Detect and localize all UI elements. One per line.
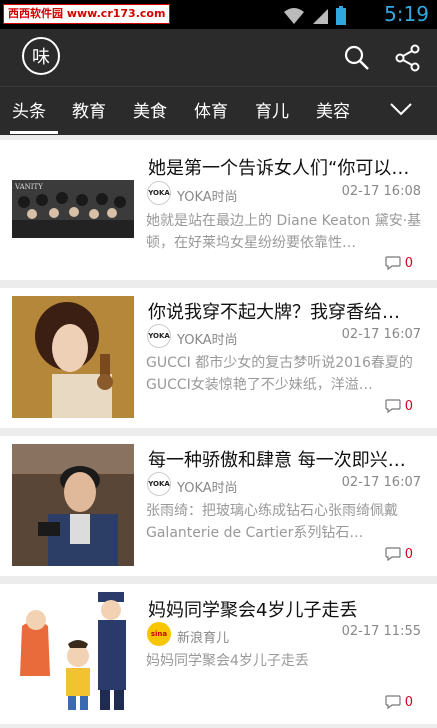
comment-count: 0: [404, 256, 413, 271]
article-title[interactable]: 每一种骄傲和肆意 每一次即兴…: [148, 446, 429, 472]
svg-text:VANITY: VANITY: [14, 183, 43, 191]
list-item[interactable]: 你说我穿不起大牌？我穿香给… YOKA YOKA时尚 02-17 16:07 G…: [0, 288, 437, 428]
list-item[interactable]: 每一种骄傲和肆意 每一次即兴… YOKA YOKA时尚 02-17 16:07 …: [0, 436, 437, 576]
tab-education[interactable]: 教育: [72, 97, 106, 122]
source-logo: YOKA: [147, 324, 171, 348]
comment-count: 0: [404, 695, 413, 710]
article-thumbnail: [12, 296, 134, 418]
tab-headlines[interactable]: 头条: [12, 97, 46, 122]
watermark-url: www.cr173.com: [66, 7, 166, 20]
active-tab-indicator: [10, 131, 58, 134]
source-logo: YOKA: [147, 472, 171, 496]
article-summary: GUCCI 都市少女的复古梦听说2016春夏的GUCCI女装惊艳了不少妹纸，洋溢…: [146, 355, 413, 393]
article-time: 02-17 16:07: [341, 327, 421, 342]
tab-parenting[interactable]: 育儿: [255, 97, 289, 122]
article-source: 新浪育儿: [177, 631, 230, 646]
article-thumbnail: [12, 586, 134, 712]
signal-icon: [313, 9, 328, 24]
status-icons: [283, 6, 347, 26]
source-logo: sina: [147, 622, 171, 646]
comment-count: 0: [404, 547, 413, 562]
source-logo: YOKA: [147, 181, 171, 205]
app-bar: 味: [0, 29, 437, 86]
wifi-icon: [284, 8, 304, 24]
search-icon[interactable]: [343, 44, 371, 72]
article-thumbnail: VANITY: [12, 180, 134, 238]
app-logo[interactable]: 味: [22, 37, 60, 75]
status-bar: 西西软件园 www.cr173.com 5:19: [0, 0, 437, 29]
list-item[interactable]: VANITY 她是第一个告诉女人们“你可以… YOKA YOKA时尚 02-17…: [0, 140, 437, 280]
article-thumbnail: [12, 444, 134, 566]
category-tabs: 头条 教育 美食 体育 育儿 美容: [0, 86, 437, 135]
article-time: 02-17 16:07: [341, 475, 421, 490]
comment-count: 0: [404, 399, 413, 414]
article-source: YOKA时尚: [177, 333, 238, 348]
comment-icon[interactable]: [385, 399, 401, 413]
tab-food[interactable]: 美食: [133, 97, 167, 122]
comment-icon[interactable]: [385, 695, 401, 709]
article-source: YOKA时尚: [177, 481, 238, 496]
comment-icon[interactable]: [385, 547, 401, 561]
article-source: YOKA时尚: [177, 190, 238, 205]
battery-icon: [336, 6, 346, 25]
article-time: 02-17 11:55: [341, 624, 421, 639]
logo-text: 味: [32, 47, 50, 68]
watermark-site: 西西软件园: [8, 7, 63, 20]
share-icon[interactable]: [394, 44, 422, 72]
article-time: 02-17 16:08: [341, 184, 421, 199]
article-summary: 张雨绮：把玻璃心练成钻石心张雨绮佩戴Galanterie de Cartier系…: [146, 503, 398, 541]
article-title[interactable]: 她是第一个告诉女人们“你可以…: [148, 154, 429, 180]
tab-sports[interactable]: 体育: [194, 97, 228, 122]
comment-icon[interactable]: [385, 256, 401, 270]
article-summary: 妈妈同学聚会4岁儿子走丢: [146, 653, 309, 669]
list-item[interactable]: 妈妈同学聚会4岁儿子走丢 sina 新浪育儿 02-17 11:55 妈妈同学聚…: [0, 584, 437, 724]
article-title[interactable]: 你说我穿不起大牌？我穿香给…: [148, 298, 429, 324]
status-time: 5:19: [384, 2, 429, 26]
article-summary: 她就是站在最边上的 Diane Keaton 黛安·基顿，在好莱坞女星纷纷要依靠…: [146, 213, 422, 251]
chevron-down-icon[interactable]: [389, 99, 413, 119]
watermark: 西西软件园 www.cr173.com: [3, 4, 171, 24]
article-title[interactable]: 妈妈同学聚会4岁儿子走丢: [148, 596, 429, 622]
tab-beauty[interactable]: 美容: [316, 97, 350, 122]
